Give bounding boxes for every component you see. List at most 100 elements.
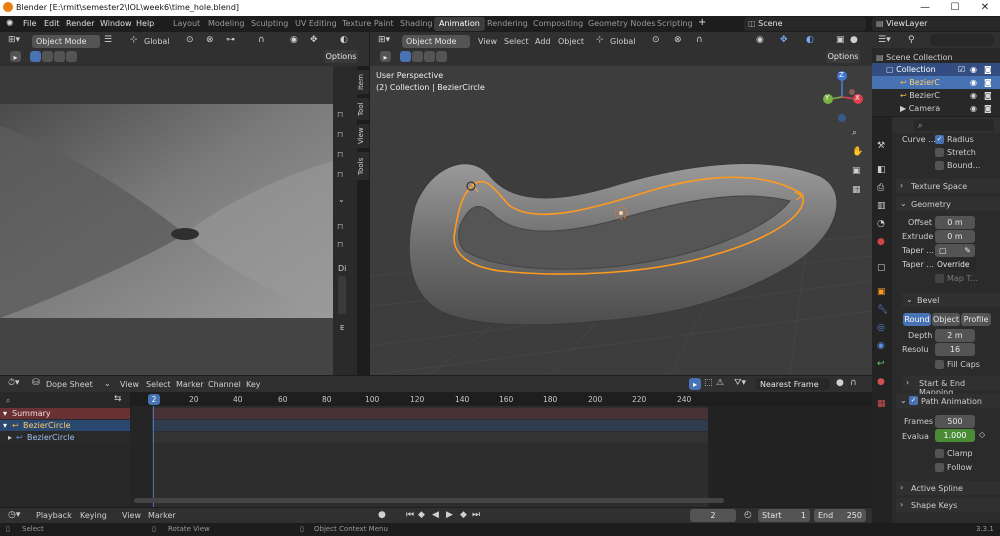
stretch-checkbox[interactable] [935, 148, 944, 157]
tab-animation[interactable]: Animation [434, 17, 485, 31]
taper-mode-dropdown[interactable]: Override [935, 258, 977, 271]
clamp-checkbox[interactable] [935, 449, 944, 458]
frames-field[interactable]: 500 [935, 415, 975, 428]
falloff-icon[interactable]: ∩ [850, 378, 857, 388]
taper-object-field[interactable]: ▢ ✎ [935, 244, 975, 257]
select-tool-button[interactable]: ▸ [10, 51, 21, 62]
main-gizmo-icon[interactable]: ✥ [780, 35, 788, 45]
tab-texture-paint[interactable]: Texture Paint [337, 17, 399, 31]
perspective-grid-icon[interactable]: ▦ [852, 185, 861, 195]
camera-render-icon[interactable]: ◙ [984, 104, 992, 113]
main-overlay-icon[interactable]: ◐ [806, 35, 814, 45]
curve-data-tab-icon[interactable]: ↩ [877, 359, 885, 369]
clock-icon[interactable]: ◴ [744, 510, 752, 520]
main-viewport-canvas[interactable]: User Perspective (2) Collection | Bezier… [370, 66, 872, 375]
main-select-tool-button[interactable]: ▸ [380, 51, 391, 62]
main-pivot-icon[interactable]: ⊙ [652, 35, 660, 45]
snap-target-icon[interactable]: ⊶ [226, 35, 235, 45]
jump-end-icon[interactable]: ⏭ [472, 510, 480, 520]
channel-data[interactable]: ▸ ↩ BezierCircle [0, 432, 130, 443]
resolution-field[interactable]: 16 [935, 343, 975, 356]
path-animation-panel-header[interactable]: ⌄ ✓ Path Animation [896, 394, 1000, 408]
outliner-item-bezier-2[interactable]: ↩ BezierC ◉ ◙ [872, 89, 1000, 102]
pivot-icon[interactable]: ⊙ [186, 35, 194, 45]
main-transform-orientation[interactable]: Global [610, 37, 636, 46]
menu-file[interactable]: File [23, 19, 36, 28]
bevel-mode-profile[interactable]: Profile [961, 313, 991, 326]
dopesheet-mode-dropdown[interactable]: Dope Sheet [46, 380, 93, 389]
scene-tab-icon[interactable]: ◔ [877, 219, 885, 229]
timeline-menu-keying[interactable]: Keying [80, 511, 107, 520]
dopesheet-menu-marker[interactable]: Marker [176, 380, 204, 389]
main-select-subtract-button[interactable] [424, 51, 435, 62]
main-mode-dropdown[interactable]: Object Mode [402, 35, 470, 48]
menu-window[interactable]: Window [100, 19, 132, 28]
physics-tab-icon[interactable]: ◉ [877, 341, 885, 351]
tab-uv-editing[interactable]: UV Editing [290, 17, 342, 31]
snap-icon[interactable]: ⊗ [206, 35, 214, 45]
jump-start-icon[interactable]: ⏮ [406, 510, 414, 520]
follow-checkbox[interactable] [935, 463, 944, 472]
active-spline-panel-header[interactable]: › Active Spline [896, 481, 1000, 495]
tab-shading[interactable]: Shading [395, 17, 438, 31]
play-reverse-icon[interactable]: ◀ [432, 510, 439, 520]
navigation-gizmo[interactable]: Z Y X [818, 66, 872, 128]
channel-object[interactable]: ▾ ↩ BezierCircle [0, 420, 130, 431]
render-tab-icon[interactable]: ◧ [877, 165, 886, 175]
path-animation-checkbox[interactable]: ✓ [909, 396, 918, 405]
dopesheet-menu-select[interactable]: Select [146, 380, 171, 389]
visibility-icon[interactable]: ◉ [290, 35, 298, 45]
tab-scripting[interactable]: Scripting [652, 17, 698, 31]
dopesheet-timeline-area[interactable]: 20 40 60 80 100 120 140 160 180 200 220 … [130, 392, 872, 507]
main-menu-select[interactable]: Select [504, 37, 529, 46]
scene-selector[interactable]: ◫ Scene [744, 17, 866, 31]
end-frame-field[interactable]: End 250 [814, 509, 866, 522]
playhead-frame-label[interactable]: 2 [148, 394, 160, 405]
start-frame-field[interactable]: Start 1 [758, 509, 810, 522]
left-mode-dropdown[interactable]: Object Mode [32, 35, 100, 48]
tab-modeling[interactable]: Modeling [203, 17, 249, 31]
evaluation-time-field[interactable]: 1.000 [935, 429, 975, 442]
editor-type-icon[interactable]: ⊞▾ [8, 35, 20, 45]
dopesheet-menu-key[interactable]: Key [246, 380, 261, 389]
sidebar-tab-tools[interactable]: Tools [357, 152, 369, 180]
play-icon[interactable]: ▶ [446, 510, 453, 520]
shading-solid-icon[interactable]: ● [850, 35, 858, 45]
main-proportional-icon[interactable]: ∩ [696, 35, 703, 45]
bounds-checkbox[interactable] [935, 161, 944, 170]
channel-search-input[interactable]: ⌕ [2, 394, 110, 406]
blender-menu-icon[interactable]: ✺ [6, 19, 14, 29]
object-tab-icon[interactable]: ▣ [877, 287, 886, 297]
filter-icon[interactable]: ⛛▾ [734, 378, 746, 388]
gizmo-toggle-icon[interactable]: ✥ [310, 35, 318, 45]
menu-help[interactable]: Help [136, 19, 154, 28]
texture-space-panel-header[interactable]: › Texture Space [896, 179, 1000, 193]
depth-field[interactable]: 2 m [935, 329, 975, 342]
timeline-editor-icon[interactable]: ◷▾ [8, 510, 20, 520]
swap-icon[interactable]: ⇆ [114, 394, 122, 404]
outliner-filter-icon[interactable]: ⚲ [908, 35, 915, 45]
sidebar-scrollbar[interactable] [338, 276, 346, 314]
tab-sculpting[interactable]: Sculpting [246, 17, 293, 31]
main-options-button[interactable]: Options [826, 50, 860, 63]
bevel-panel-header[interactable]: ⌄ Bevel [902, 293, 1000, 307]
next-keyframe-icon[interactable]: ◆ [460, 510, 467, 520]
outliner-search-input[interactable] [930, 34, 994, 46]
collection-checkbox-icon[interactable]: ☑ [958, 65, 965, 74]
dopesheet-horizontal-scrollbar[interactable] [134, 498, 724, 503]
world-tab-icon[interactable]: ● [877, 237, 885, 247]
outliner-scene-collection[interactable]: ▤ Scene Collection [876, 51, 953, 63]
left-transform-orientation[interactable]: Global [144, 37, 170, 46]
dopesheet-editor-icon[interactable]: ⏱▾ [8, 378, 20, 388]
main-select-invert-button[interactable] [436, 51, 447, 62]
main-select-extend-button[interactable] [412, 51, 423, 62]
particles-tab-icon[interactable]: ◎ [877, 323, 885, 333]
collection-eye-icon[interactable]: ◉ [970, 65, 977, 74]
outliner-item-camera[interactable]: ▶ Camera ◉ ◙ [872, 102, 1000, 115]
outliner-item-collection[interactable]: ▢ Collection ☑ ◉ ◙ [872, 63, 1000, 76]
chevron-down-icon[interactable]: ⌄ [338, 195, 345, 204]
select-mode-invert-button[interactable] [66, 51, 77, 62]
timeline-menu-marker[interactable]: Marker [148, 511, 176, 520]
extrude-field[interactable]: 0 m [935, 230, 975, 243]
tool-tab-icon[interactable]: ⚒ [877, 141, 885, 151]
